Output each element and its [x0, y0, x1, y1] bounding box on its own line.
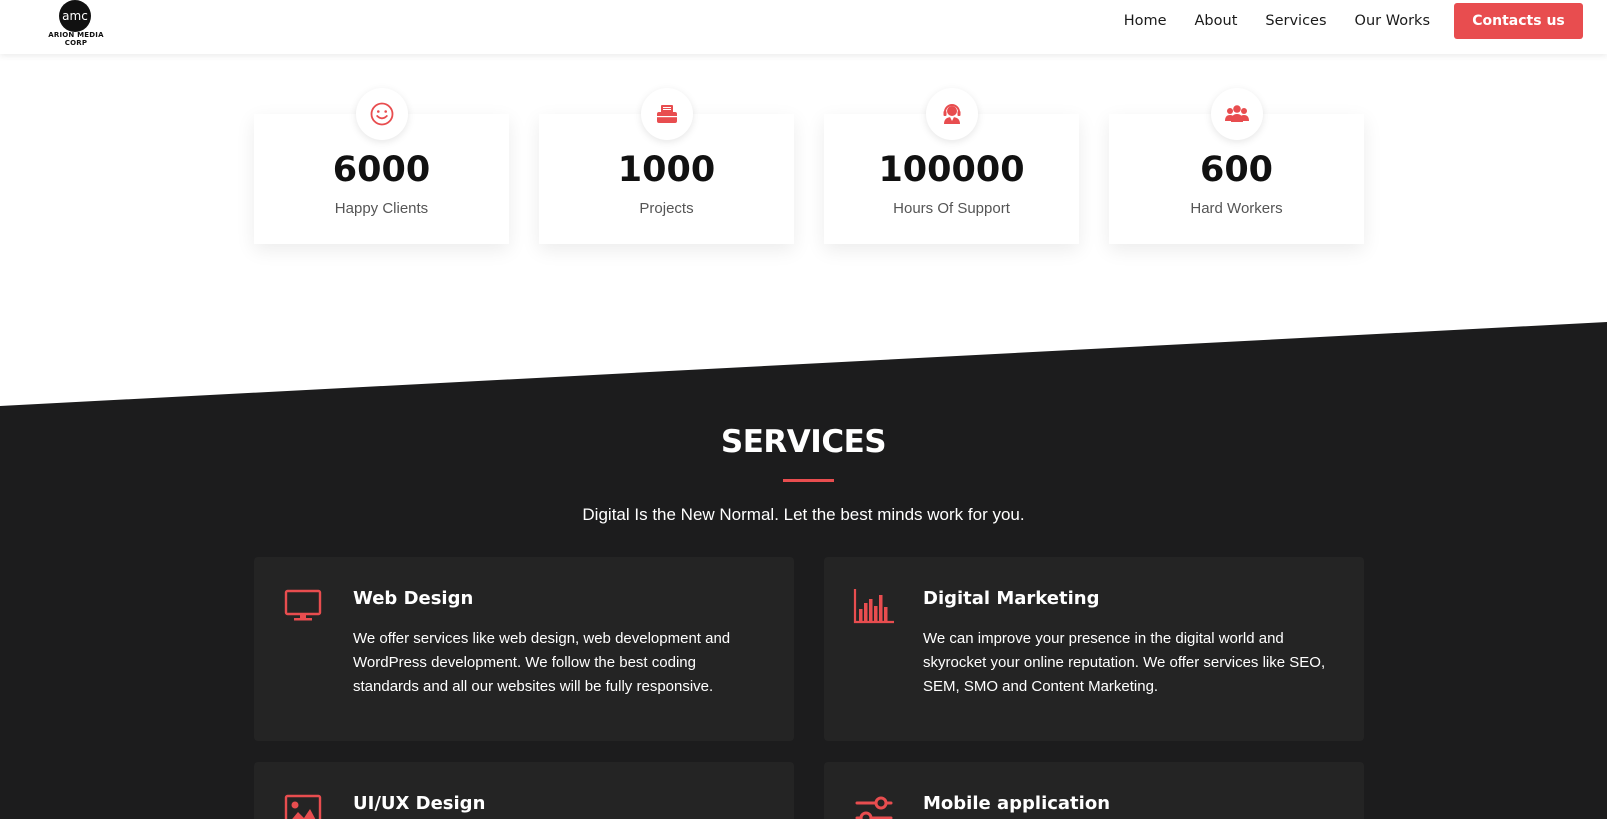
- service-card-mobile-application[interactable]: Mobile application: [824, 762, 1364, 819]
- service-card-web-design[interactable]: Web Design We offer services like web de…: [254, 557, 794, 741]
- contacts-button[interactable]: Contacts us: [1454, 3, 1583, 39]
- stat-card-hours-of-support: 100000 Hours Of Support: [824, 88, 1079, 244]
- stat-card-projects: 1000 Projects: [539, 88, 794, 244]
- site-logo[interactable]: amc ARION MEDIA CORP: [36, 0, 116, 47]
- service-title: UI/UX Design: [353, 793, 486, 814]
- nav-our-works[interactable]: Our Works: [1355, 13, 1430, 29]
- stat-label: Happy Clients: [334, 200, 429, 217]
- monitor-icon: [284, 589, 326, 629]
- service-title: Web Design: [353, 588, 474, 609]
- stat-label: Hours Of Support: [893, 200, 1010, 217]
- users-icon: [1210, 88, 1263, 140]
- stat-value: 6000: [332, 150, 431, 190]
- service-card-digital-marketing[interactable]: Digital Marketing We can improve your pr…: [824, 557, 1364, 741]
- logo-mark: amc: [59, 0, 91, 32]
- site-header: amc ARION MEDIA CORP Home About Services…: [0, 0, 1607, 54]
- smiley-icon: [355, 88, 408, 140]
- stat-card-hard-workers: 600 Hard Workers: [1109, 88, 1364, 244]
- service-card-ui-ux-design[interactable]: UI/UX Design: [254, 762, 794, 819]
- sliders-icon: [854, 794, 896, 819]
- stat-label: Projects: [639, 200, 694, 217]
- service-description: We can improve your presence in the digi…: [923, 630, 1326, 695]
- stat-card-happy-clients: 6000 Happy Clients: [254, 88, 509, 244]
- svg-text:amc: amc: [62, 9, 88, 23]
- main-nav: Home About Services Our Works Contacts u…: [1124, 3, 1583, 39]
- nav-services[interactable]: Services: [1265, 13, 1326, 29]
- briefcase-icon: [640, 88, 693, 140]
- service-title: Digital Marketing: [923, 588, 1100, 609]
- stat-value: 600: [1199, 150, 1274, 190]
- services-background: [0, 322, 1607, 819]
- service-title: Mobile application: [923, 793, 1111, 814]
- stat-label: Hard Workers: [1190, 200, 1283, 217]
- services-title: SERVICES: [720, 424, 887, 460]
- service-description: We offer services like web design, web d…: [353, 630, 731, 695]
- nav-about[interactable]: About: [1195, 13, 1238, 29]
- title-underline: [783, 479, 834, 482]
- headset-support-icon: [925, 88, 978, 140]
- logo-text: ARION MEDIA CORP: [48, 31, 104, 47]
- services-subtitle: Digital Is the New Normal. Let the best …: [582, 505, 1025, 524]
- bar-chart-icon: [853, 587, 895, 627]
- image-icon: [284, 794, 326, 819]
- stat-value: 1000: [617, 150, 716, 190]
- nav-home[interactable]: Home: [1124, 13, 1167, 29]
- stat-value: 100000: [878, 150, 1025, 190]
